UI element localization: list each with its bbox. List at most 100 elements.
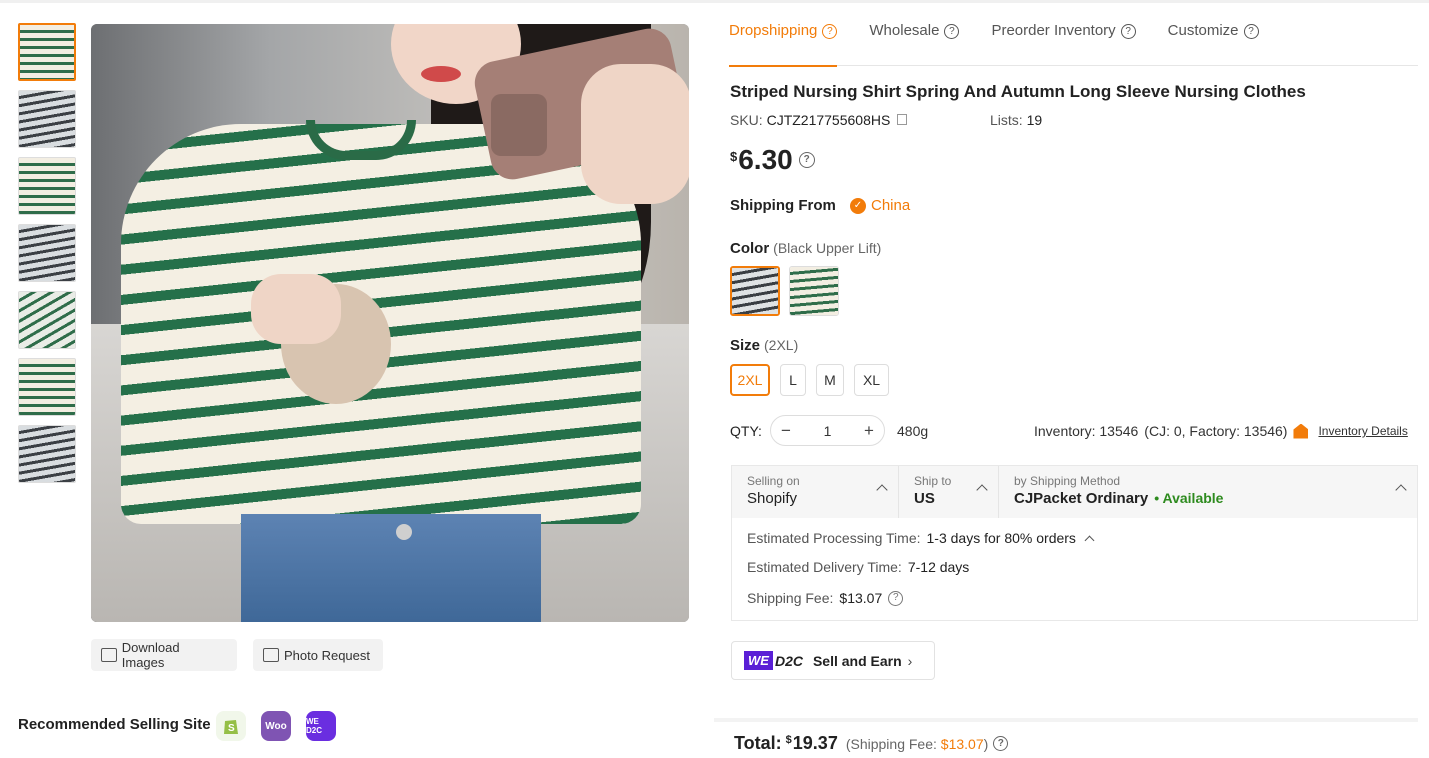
tab-preorder-inventory[interactable]: Preorder Inventory? [991, 22, 1136, 66]
lists-count: Lists: 19 [990, 112, 1042, 128]
thumbnail-list [18, 23, 78, 492]
size-label: Size (2XL) [730, 337, 798, 354]
sku-line: SKU: CJTZ217755608HS [730, 112, 908, 128]
shipping-method-value: CJPacket Ordinary [1014, 490, 1149, 507]
tab-customize[interactable]: Customize? [1168, 22, 1259, 66]
inventory-info: Inventory: 13546 (CJ: 0, Factory: 13546)… [1034, 423, 1408, 439]
download-images-label: Download Images [121, 640, 180, 670]
total-amount: 19.37 [792, 733, 838, 753]
total-currency: $ [785, 733, 792, 746]
tab-label: Customize [1167, 22, 1239, 39]
help-icon[interactable]: ? [1120, 24, 1136, 39]
chevron-right-icon: › [907, 652, 913, 669]
shipping-from-value: China [871, 197, 911, 214]
woo-icon[interactable]: Woo [261, 711, 291, 741]
delivery-label: Estimated Delivery Time: [747, 559, 902, 575]
inventory-count: Inventory: 13546 [1034, 423, 1139, 439]
tab-label: Wholesale [869, 22, 940, 39]
thumbnail-2[interactable] [18, 90, 76, 148]
shipping-from-option[interactable]: ✓ China [850, 197, 910, 214]
ship-to-value: US [914, 490, 935, 507]
sku-value: CJTZ217755608HS [766, 112, 891, 128]
recommended-site-label: Recommended Selling Site [18, 716, 211, 733]
fee-label: Shipping Fee: [747, 590, 834, 606]
minus-icon[interactable]: − [781, 421, 791, 441]
shipping-method-select[interactable]: by Shipping Method CJPacket Ordinary • Av… [999, 466, 1417, 518]
size-option-xl[interactable]: XL [854, 364, 889, 396]
fee-help-icon[interactable]: ? [888, 590, 904, 606]
processing-label: Estimated Processing Time: [747, 530, 921, 546]
inventory-details-link[interactable]: Inventory Details [1318, 424, 1407, 438]
shopify-icon[interactable]: S [216, 711, 246, 741]
chevron-up-icon[interactable] [1084, 535, 1095, 545]
video-icon [263, 648, 279, 662]
tab-label: Preorder Inventory [991, 22, 1116, 39]
product-price: $ 6.30 ? [730, 144, 815, 176]
ship-to-select[interactable]: Ship to US [899, 466, 999, 518]
order-total: Total: $ 19.37 (Shipping Fee: $13.07) ? [734, 733, 1009, 754]
thumbnail-3[interactable] [18, 157, 76, 215]
download-images-button[interactable]: Download Images [91, 639, 237, 671]
qty-label: QTY: [730, 423, 762, 439]
shipping-from-label: Shipping From [730, 197, 836, 214]
total-label: Total: [734, 733, 782, 753]
product-title: Striped Nursing Shirt Spring And Autumn … [730, 82, 1306, 101]
tab-label: Dropshipping [729, 22, 818, 39]
lists-value: 19 [1026, 112, 1043, 128]
thumbnail-5[interactable] [18, 291, 76, 349]
plus-icon[interactable]: + [864, 421, 874, 441]
product-weight: 480g [897, 423, 929, 439]
size-title: Size [730, 337, 761, 354]
quantity-input[interactable]: 1 [824, 423, 832, 439]
shipping-panel: Selling on Shopify Ship to US by Shippin… [731, 465, 1418, 621]
processing-value: 1-3 days for 80% orders [926, 530, 1076, 546]
ship-to-label: Ship to [914, 474, 952, 488]
we-d2c-icon[interactable]: WE D2C [306, 711, 336, 741]
color-swatch-black-upper-lift[interactable] [730, 266, 780, 316]
main-product-image[interactable] [91, 24, 689, 622]
lists-label: Lists: [990, 112, 1023, 128]
shipping-method-label: by Shipping Method [1014, 474, 1121, 488]
help-icon[interactable]: ? [822, 24, 838, 39]
color-title: Color [730, 240, 770, 257]
color-selected: (Black Upper Lift) [773, 240, 882, 256]
sku-label: SKU: [730, 112, 763, 128]
photo-request-label: Photo Request [284, 647, 371, 663]
help-icon[interactable]: ? [1243, 24, 1259, 39]
selling-on-select[interactable]: Selling on Shopify [732, 466, 899, 518]
delivery-time-row: Estimated Delivery Time: 7-12 days [747, 559, 969, 575]
copy-icon[interactable] [897, 114, 908, 125]
color-swatch-green[interactable] [789, 266, 839, 316]
sell-and-earn-label: Sell and Earn [812, 652, 902, 669]
price-value: 6.30 [738, 144, 793, 175]
price-help-icon[interactable]: ? [798, 152, 815, 168]
svg-text:S: S [228, 723, 235, 734]
total-shipping-fee: (Shipping Fee: $13.07) [846, 736, 988, 752]
sell-and-earn-button[interactable]: WE D2C Sell and Earn › [731, 641, 935, 680]
warehouse-icon [1293, 423, 1309, 439]
inventory-detail: (CJ: 0, Factory: 13546) [1144, 423, 1288, 439]
help-icon[interactable]: ? [944, 24, 960, 39]
tab-wholesale[interactable]: Wholesale? [869, 22, 960, 66]
thumbnail-7[interactable] [18, 425, 76, 483]
size-option-l[interactable]: L [780, 364, 806, 396]
thumbnail-1[interactable] [18, 23, 76, 81]
size-option-2xl[interactable]: 2XL [730, 364, 770, 396]
tab-dropshipping[interactable]: Dropshipping? [729, 22, 838, 67]
quantity-stepper: − 1 + [770, 415, 885, 446]
fee-value: $13.07 [839, 590, 883, 606]
size-option-m[interactable]: M [816, 364, 844, 396]
photo-request-button[interactable]: Photo Request [253, 639, 383, 671]
we-logo: WE [744, 651, 773, 670]
download-image-icon [101, 648, 117, 662]
price-currency: $ [730, 149, 738, 164]
check-icon: ✓ [850, 197, 866, 214]
total-help-icon[interactable]: ? [993, 736, 1009, 751]
selling-on-value: Shopify [747, 490, 798, 507]
purchase-mode-tabs: Dropshipping? Wholesale? Preorder Invent… [729, 22, 1418, 67]
availability-status: • Available [1154, 490, 1224, 506]
d2c-logo: D2C [774, 652, 803, 669]
thumbnail-4[interactable] [18, 224, 76, 282]
thumbnail-6[interactable] [18, 358, 76, 416]
total-fee-suffix: ) [983, 735, 989, 752]
